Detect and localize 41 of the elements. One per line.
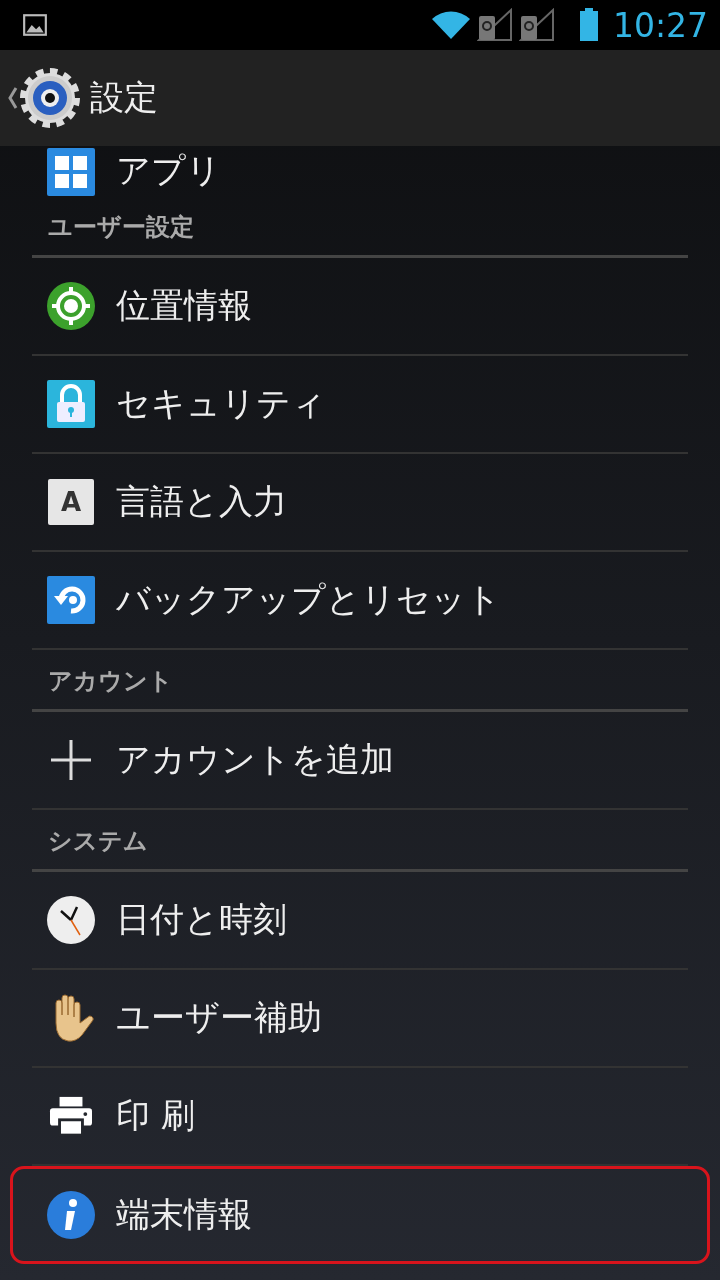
picture-notification-icon bbox=[22, 12, 48, 38]
settings-item[interactable]: ユーザー補助 bbox=[32, 970, 688, 1068]
no-sim-signal-icon bbox=[476, 8, 513, 42]
section-header: システム bbox=[48, 826, 148, 857]
item-label: アカウントを追加 bbox=[116, 738, 394, 781]
settings-item[interactable]: セキュリティ bbox=[32, 356, 688, 454]
grid-icon bbox=[47, 148, 95, 196]
section-header: アカウント bbox=[48, 666, 173, 697]
clock-time: 10:27 bbox=[612, 5, 708, 45]
clock-icon bbox=[46, 895, 96, 945]
battery-icon bbox=[578, 8, 599, 42]
item-label: ユーザー補助 bbox=[116, 996, 322, 1039]
gear-icon bbox=[18, 66, 82, 130]
item-label: 端末情報 bbox=[116, 1193, 252, 1236]
item-label: 位置情報 bbox=[116, 284, 252, 327]
settings-item[interactable]: アカウントを追加 bbox=[32, 712, 688, 810]
settings-item[interactable]: 位置情報 bbox=[32, 258, 688, 356]
screen-title: 設定 bbox=[90, 76, 158, 119]
restore-icon bbox=[47, 576, 95, 624]
keyboard-letter-icon: A bbox=[48, 479, 94, 525]
padlock-icon bbox=[47, 380, 95, 428]
settings-item[interactable]: 印 刷 bbox=[32, 1068, 688, 1166]
add-icon bbox=[49, 738, 93, 782]
no-sim-signal-icon bbox=[518, 8, 555, 42]
section-header: ユーザー設定 bbox=[48, 212, 194, 243]
item-label: 言語と入力 bbox=[116, 480, 287, 523]
target-icon bbox=[46, 281, 96, 331]
settings-item[interactable]: アプリ bbox=[32, 146, 688, 196]
item-label: 印 刷 bbox=[116, 1094, 195, 1137]
settings-item[interactable]: 端末情報 bbox=[10, 1166, 710, 1264]
item-label: セキュリティ bbox=[116, 382, 326, 425]
settings-item[interactable]: バックアップとリセット bbox=[32, 552, 688, 650]
item-label: バックアップとリセット bbox=[116, 578, 501, 621]
settings-item[interactable]: A 言語と入力 bbox=[32, 454, 688, 552]
item-label: アプリ bbox=[116, 149, 221, 192]
info-icon bbox=[46, 1190, 96, 1240]
settings-item[interactable]: 日付と時刻 bbox=[32, 872, 688, 970]
chevron-left-icon bbox=[8, 86, 18, 110]
printer-icon bbox=[48, 1095, 94, 1137]
item-label: 日付と時刻 bbox=[116, 898, 287, 941]
wifi-icon bbox=[430, 9, 471, 41]
